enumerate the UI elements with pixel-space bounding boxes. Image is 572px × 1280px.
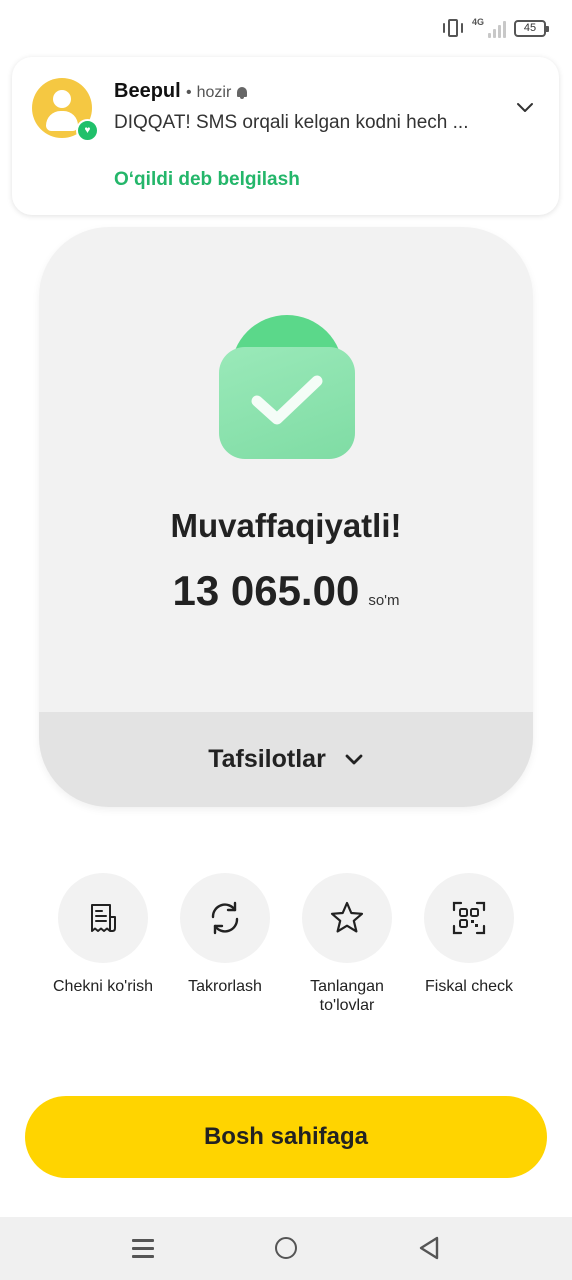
status-icons: 4G 45 xyxy=(442,18,549,38)
battery-icon: 45 xyxy=(514,19,549,37)
details-label: Tafsilotlar xyxy=(208,745,326,773)
fiscal-check-button[interactable]: Fiskal check xyxy=(408,873,530,996)
notification-app-name: Beepul xyxy=(114,80,181,102)
go-home-button[interactable]: Bosh sahifaga xyxy=(25,1096,547,1178)
fiscal-check-label: Fiskal check xyxy=(424,978,514,995)
result-title: Muvaffaqiyatli! xyxy=(170,507,402,544)
bell-icon xyxy=(236,87,248,99)
repeat-icon xyxy=(180,873,270,963)
menu-icon[interactable] xyxy=(132,1239,154,1258)
back-icon[interactable] xyxy=(418,1236,440,1260)
signal-icon: 4G xyxy=(472,18,506,38)
app-badge-icon: ♥ xyxy=(76,119,99,142)
payment-amount: 13 065.00 so'm xyxy=(39,567,533,615)
chevron-down-icon[interactable] xyxy=(515,97,535,117)
quick-actions: Chekni ko'rish Takrorlash Tanlangan to'l… xyxy=(42,873,530,1023)
repeat-label: Takrorlash xyxy=(188,978,262,995)
success-check-icon xyxy=(219,315,355,459)
payment-result-card: Muvaffaqiyatli! 13 065.00 so'm Tafsilotl… xyxy=(39,227,533,807)
home-icon[interactable] xyxy=(275,1237,297,1259)
notification-meta: • hozir xyxy=(186,84,248,102)
notification-time: hozir xyxy=(196,84,232,101)
details-toggle[interactable]: Tafsilotlar xyxy=(39,712,533,807)
notification-body: DIQQAT! SMS orqali kelgan kodni hech ... xyxy=(114,112,469,133)
currency-label: so'm xyxy=(368,592,400,609)
vibrate-icon xyxy=(442,18,464,38)
amount-value: 13 065.00 xyxy=(172,567,360,614)
qr-code-icon xyxy=(424,873,514,963)
network-type: 4G xyxy=(471,17,484,27)
chevron-down-icon xyxy=(345,754,363,764)
star-icon xyxy=(302,873,392,963)
battery-level: 45 xyxy=(523,22,537,34)
view-receipt-button[interactable]: Chekni ko'rish xyxy=(42,873,164,996)
mark-as-read-button[interactable]: O‘qildi deb belgilash xyxy=(114,169,300,191)
receipt-icon xyxy=(58,873,148,963)
view-receipt-label: Chekni ko'rish xyxy=(53,978,153,995)
repeat-button[interactable]: Takrorlash xyxy=(164,873,286,996)
dot-separator: • xyxy=(186,84,192,101)
favorite-payments-button[interactable]: Tanlangan to'lovlar xyxy=(286,873,408,1015)
favorite-payments-label: Tanlangan to'lovlar xyxy=(310,978,384,1014)
status-bar: 4G 45 xyxy=(0,0,572,56)
system-nav-bar xyxy=(0,1217,572,1280)
notification-card[interactable]: ♥ Beepul • hozir DIQQAT! SMS orqali kelg… xyxy=(12,57,559,215)
